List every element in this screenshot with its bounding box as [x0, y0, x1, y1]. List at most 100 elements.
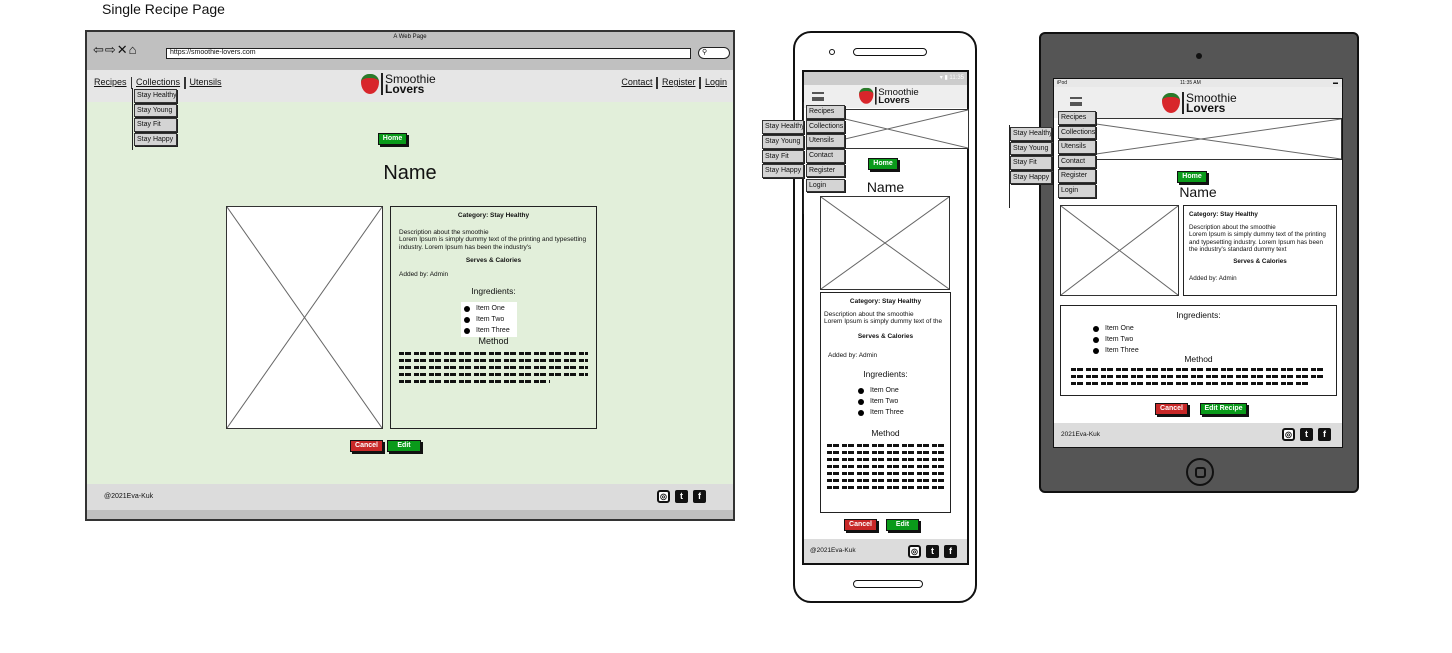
camera-icon [829, 49, 835, 55]
ingredients-heading: Ingredients: [863, 369, 908, 379]
facebook-icon[interactable]: f [1318, 428, 1331, 441]
social-icons: ◎ t f [908, 545, 957, 558]
recipe-image-placeholder [226, 206, 383, 429]
menu-item-collections[interactable]: Collections [806, 119, 845, 134]
nav-divider [184, 77, 186, 89]
submenu-item-stay-happy[interactable]: Stay Happy [762, 164, 804, 179]
twitter-icon[interactable]: t [1300, 428, 1313, 441]
footer: 2021Eva-Kuk ◎ t f [1054, 423, 1342, 447]
nav-link-utensils[interactable]: Utensils [190, 77, 222, 89]
browser-search-icon[interactable]: ⚲ [698, 47, 730, 59]
home-button[interactable]: Home [378, 133, 407, 145]
serves-calories: Serves & Calories [1233, 257, 1287, 265]
lorem-text: Lorem Ipsum is simply dummy text of the … [399, 236, 587, 251]
twitter-icon[interactable]: t [675, 490, 688, 503]
menu-item-login[interactable]: Login [1058, 184, 1096, 198]
method-heading: Method [1184, 354, 1213, 364]
speaker-icon [853, 48, 927, 56]
ingredient-item: Item One [858, 385, 947, 396]
nav-left: Recipes Collections Utensils [94, 77, 222, 89]
hamburger-icon[interactable] [1070, 97, 1082, 106]
instagram-icon[interactable]: ◎ [657, 490, 670, 503]
strawberry-icon [361, 74, 379, 94]
description: Description about the smoothie [1189, 223, 1276, 231]
nav-link-contact[interactable]: Contact [621, 77, 652, 89]
edit-recipe-button[interactable]: Edit Recipe [1200, 403, 1247, 415]
submenu-item-stay-fit[interactable]: Stay Fit [762, 149, 804, 164]
menu-item-recipes[interactable]: Recipes [806, 105, 845, 119]
menu-item-collections[interactable]: Collections [1058, 125, 1096, 140]
recipe-image-placeholder [1060, 205, 1179, 296]
instagram-icon[interactable]: ◎ [908, 545, 921, 558]
menu-item-contact[interactable]: Contact [1058, 154, 1096, 169]
nav-link-collections[interactable]: Collections [136, 77, 180, 89]
method-text [1071, 368, 1326, 385]
nav-link-recipes[interactable]: Recipes [94, 77, 127, 89]
nav-right: Contact Register Login [621, 77, 727, 89]
menu-item-utensils[interactable]: Utensils [1058, 140, 1096, 154]
description: Description about the smoothie [399, 229, 489, 236]
submenu-item-stay-healthy[interactable]: Stay Healthy [134, 89, 177, 103]
desktop-browser: A Web Page ⇦⇨✕⌂ https://smoothie-lovers.… [85, 30, 735, 521]
submenu-item-stay-healthy[interactable]: Stay Healthy [762, 120, 804, 134]
method-heading: Method [478, 336, 509, 346]
ingredients-heading: Ingredients: [471, 286, 516, 296]
lorem-text: Lorem Ipsum is simply dummy text of the [824, 318, 943, 325]
serves-calories: Serves & Calories [857, 333, 914, 340]
menu-item-contact[interactable]: Contact [806, 149, 845, 163]
nav-link-login[interactable]: Login [705, 77, 727, 89]
added-by: Added by: Admin [1189, 275, 1237, 282]
instagram-icon[interactable]: ◎ [1282, 428, 1295, 441]
edit-button[interactable]: Edit [886, 519, 919, 531]
submenu-line [132, 88, 133, 150]
category: Category: Stay Healthy [1189, 211, 1258, 218]
home-button[interactable]: Home [1177, 171, 1207, 183]
cancel-button[interactable]: Cancel [844, 519, 877, 531]
lorem-text: Lorem Ipsum is simply dummy text of the … [1189, 231, 1326, 253]
logo[interactable]: Smoothie Lovers [1162, 92, 1237, 114]
nav-divider [699, 77, 701, 89]
edit-button[interactable]: Edit [387, 440, 421, 452]
submenu-item-stay-happy[interactable]: Stay Happy [1010, 170, 1052, 185]
social-icons: ◎ t f [657, 490, 706, 503]
nav-link-register[interactable]: Register [662, 77, 696, 89]
facebook-icon[interactable]: f [693, 490, 706, 503]
cancel-button[interactable]: Cancel [350, 440, 383, 452]
added-by: Added by: Admin [828, 352, 878, 359]
submenu-item-stay-young[interactable]: Stay Young [1010, 141, 1052, 156]
ingredient-item: Item Three [464, 325, 514, 336]
facebook-icon[interactable]: f [944, 545, 957, 558]
browser-nav-icons[interactable]: ⇦⇨✕⌂ [93, 42, 138, 58]
logo[interactable]: Smoothie Lovers [859, 87, 919, 105]
copyright: 2021Eva-Kuk [1061, 431, 1101, 438]
home-bar[interactable] [853, 580, 923, 588]
menu-item-login[interactable]: Login [806, 178, 845, 193]
home-button[interactable]: Home [868, 158, 898, 170]
submenu-item-stay-young[interactable]: Stay Young [134, 103, 177, 117]
menu-item-register[interactable]: Register [1058, 169, 1096, 183]
menu-item-utensils[interactable]: Utensils [806, 134, 845, 149]
device-label: iPod [1057, 80, 1068, 86]
url-field[interactable]: https://smoothie-lovers.com [166, 48, 691, 59]
cancel-button[interactable]: Cancel [1155, 403, 1188, 415]
menu-item-register[interactable]: Register [806, 163, 845, 178]
submenu-item-stay-healthy[interactable]: Stay Healthy [1010, 127, 1052, 141]
ingredient-item: Item Two [858, 396, 947, 407]
recipe-info-box: Category: Stay Healthy Description about… [390, 206, 597, 429]
submenu-item-stay-young[interactable]: Stay Young [762, 134, 804, 149]
social-icons: ◎ t f [1282, 428, 1331, 441]
copyright: @2021Eva-Kuk [810, 547, 856, 554]
twitter-icon[interactable]: t [926, 545, 939, 558]
description: Description about the smoothie [824, 311, 914, 318]
home-button-physical[interactable] [1186, 458, 1214, 486]
recipe-image-placeholder [820, 196, 950, 290]
submenu-item-stay-happy[interactable]: Stay Happy [134, 132, 177, 146]
logo[interactable]: Smoothie Lovers [361, 73, 436, 95]
method-text [824, 438, 947, 495]
submenu-item-stay-fit[interactable]: Stay Fit [1010, 156, 1052, 170]
hamburger-icon[interactable] [812, 92, 824, 101]
tablet-time: 11:35 AM [1180, 80, 1201, 86]
submenu-item-stay-fit[interactable]: Stay Fit [134, 118, 177, 132]
menu-item-recipes[interactable]: Recipes [1058, 111, 1096, 125]
footer: @2021Eva-Kuk ◎ t f [87, 484, 733, 510]
